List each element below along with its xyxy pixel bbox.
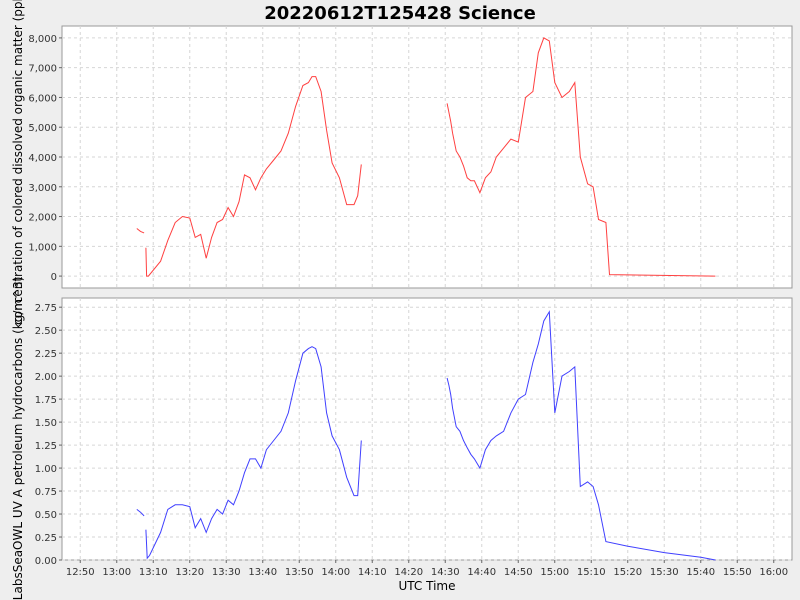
y-tick-label: 1,000 [28,242,57,253]
x-tick-label: 15:40 [686,567,715,578]
x-tick-label: 13:10 [139,567,168,578]
y-tick-label: 2.00 [35,372,57,383]
x-tick-label: 12:50 [66,567,95,578]
y-tick-label: 3,000 [28,183,57,194]
x-tick-label: 15:20 [613,567,642,578]
y-tick-label: 2.50 [35,326,57,337]
y-tick-label: 0.50 [35,510,57,521]
y-tick-label: 2.25 [35,349,57,360]
x-tick-label: 14:40 [467,567,496,578]
x-tick-label: 15:10 [577,567,606,578]
y-tick-label: 2.75 [35,303,57,314]
x-tick-label: 13:40 [248,567,277,578]
y-tick-label: 1.75 [35,395,57,406]
y-tick-label: 2,000 [28,213,57,224]
x-tick-label: 14:30 [431,567,460,578]
x-tick-label: 14:20 [394,567,423,578]
petroleum-plot: 0.00 0.25 0.50 0.75 1.00 1.25 1.50 1.75 2.00 2.25… [11,277,793,600]
y-tick-label: 4,000 [28,153,57,164]
y-tick-label: 0.25 [35,533,57,544]
y-tick-label: 1.25 [35,441,57,452]
y-tick-label: 5,000 [28,123,57,134]
x-tick-label: 15:00 [540,567,569,578]
y-tick-label: 1.50 [35,418,57,429]
y-tick-label: 0 [51,272,57,283]
x-tick-label: 14:50 [504,567,533,578]
x-tick-label: 14:00 [321,567,350,578]
petroleum-y-axis-label: WetLabsSeaOWL UV A petroleum hydrocarbon… [11,277,25,600]
y-tick-label: 7,000 [28,64,57,75]
cdom-plot: 0 1,000 2,000 3,000 4,000 5,000 6,000 7,000 8,00… [11,0,793,325]
cdom-y-axis: 0 1,000 2,000 3,000 4,000 5,000 6,000 7,000 8,00… [28,34,62,283]
x-tick-label: 13:00 [102,567,131,578]
y-tick-label: 0.00 [35,556,57,567]
x-tick-label: 13:20 [175,567,204,578]
x-tick-label: 15:50 [723,567,752,578]
y-tick-label: 1.00 [35,464,57,475]
y-tick-label: 8,000 [28,34,57,45]
cdom-y-axis-label: concentration of colored dissolved organ… [11,0,25,325]
x-tick-label: 16:00 [759,567,788,578]
x-tick-label: 15:30 [650,567,679,578]
x-tick-label: 14:10 [358,567,387,578]
y-tick-label: 0.75 [35,487,57,498]
chart-title: 20220612T125428 Science [264,3,536,24]
y-tick-label: 6,000 [28,93,57,104]
petroleum-plot-area [61,297,793,561]
x-tick-label: 13:50 [285,567,314,578]
x-tick-label: 13:30 [212,567,241,578]
x-axis-label: UTC Time [399,579,456,593]
science-chart: 20220612T125428 Science 0 1,000 2,000 3,000… [0,0,800,600]
